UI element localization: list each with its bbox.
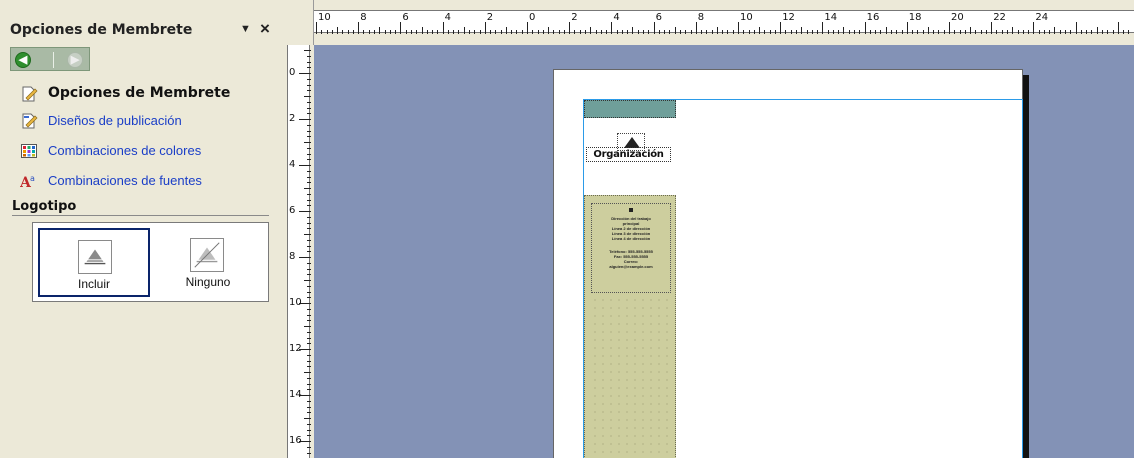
horizontal-ruler-label: 16	[866, 12, 880, 23]
pane-title: Opciones de Membrete	[10, 22, 193, 38]
pane-navigation: ◀ ▶	[10, 47, 90, 71]
logo-pyramid-icon	[78, 240, 112, 274]
option-label: Ninguno	[185, 275, 231, 289]
organization-name-textbox[interactable]: Organización	[586, 147, 671, 162]
doc-pencil-icon	[22, 86, 38, 102]
document-canvas[interactable]: Organización Dirección del trabajo princ…	[314, 45, 1134, 458]
horizontal-ruler-label: 2	[571, 12, 578, 23]
horizontal-ruler[interactable]: 10 8 6 4 2 0 2 4 6 8 10 12 14 16 18 20 22 24	[314, 0, 1134, 45]
link-label: Diseños de publicación	[48, 113, 182, 128]
section-heading-logotipo: Logotipo	[12, 199, 77, 214]
horizontal-ruler-label: 2	[486, 12, 494, 23]
vertical-ruler-label: 10	[289, 297, 302, 308]
vertical-ruler-label: 6	[289, 205, 296, 216]
horizontal-ruler-label: 0	[529, 12, 536, 23]
ruler-corner	[284, 0, 314, 45]
pane-close-icon[interactable]: ×	[260, 19, 270, 39]
link-label: Combinaciones de colores	[48, 143, 202, 158]
horizontal-ruler-label: 24	[1035, 12, 1049, 23]
vertical-ruler-label: 0	[289, 67, 296, 78]
horizontal-ruler-ticks	[316, 22, 1129, 34]
vertical-ruler[interactable]: 0 2 4 6 8 10 12 14 16	[284, 45, 314, 458]
svg-text:a: a	[30, 174, 35, 183]
horizontal-ruler-label: 22	[993, 12, 1006, 23]
bullet-mark	[629, 208, 633, 212]
forward-arrow-icon[interactable]: ▶	[67, 52, 83, 68]
letterhead-page[interactable]: Organización Dirección del trabajo princ…	[553, 69, 1023, 458]
horizontal-ruler-label: 14	[824, 12, 838, 23]
horizontal-ruler-label: 20	[951, 12, 964, 23]
vertical-ruler-label: 8	[289, 251, 296, 262]
task-pane: Opciones de Membrete ▼ × ◀ ▶ Opciones de…	[0, 0, 284, 458]
contact-line: alguien@example.com	[609, 264, 653, 269]
link-label: Combinaciones de fuentes	[48, 173, 202, 188]
logo-option-ninguno[interactable]: Ninguno	[152, 228, 264, 297]
side-band[interactable]: Dirección del trabajo principal Línea 2 …	[584, 195, 676, 458]
horizontal-ruler-label: 6	[402, 12, 409, 23]
color-grid-icon	[21, 144, 37, 158]
horizontal-ruler-label: 10	[318, 12, 331, 23]
logo-pyramid-crossed-icon	[190, 238, 224, 272]
horizontal-ruler-label: 18	[908, 12, 922, 23]
back-arrow-icon[interactable]: ◀	[15, 52, 31, 68]
logo-option-incluir[interactable]: Incluir	[38, 228, 150, 297]
horizontal-ruler-label: 12	[782, 12, 795, 23]
vertical-ruler-label: 4	[289, 159, 296, 170]
pane-header: Opciones de Membrete ▼ ×	[10, 19, 280, 43]
pane-menu-dropdown-icon[interactable]: ▼	[240, 23, 251, 35]
horizontal-ruler-label: 10	[740, 12, 753, 23]
horizontal-ruler-strip	[314, 10, 1134, 34]
dot-grid-pattern	[591, 296, 671, 458]
option-label: Incluir	[77, 277, 110, 291]
horizontal-ruler-label: 8	[697, 12, 705, 23]
logo-options-gallery: Incluir Ninguno	[32, 222, 269, 302]
doc-pencil-icon	[22, 113, 38, 129]
nav-divider	[53, 52, 54, 68]
section-divider	[12, 215, 269, 216]
horizontal-ruler-label: 4	[444, 12, 451, 23]
font-a-icon: A a	[20, 174, 35, 190]
horizontal-ruler-label: 4	[613, 12, 620, 23]
header-color-bar[interactable]	[584, 100, 676, 118]
vertical-ruler-label: 12	[289, 343, 302, 354]
link-label: Opciones de Membrete	[48, 85, 231, 101]
vertical-ruler-label: 2	[289, 113, 296, 124]
address-textbox[interactable]: Dirección del trabajo principal Línea 2 …	[591, 203, 671, 293]
horizontal-ruler-label: 6	[655, 12, 662, 23]
horizontal-ruler-label: 8	[360, 12, 367, 23]
vertical-ruler-label: 14	[289, 389, 302, 400]
vertical-ruler-label: 16	[289, 435, 302, 446]
